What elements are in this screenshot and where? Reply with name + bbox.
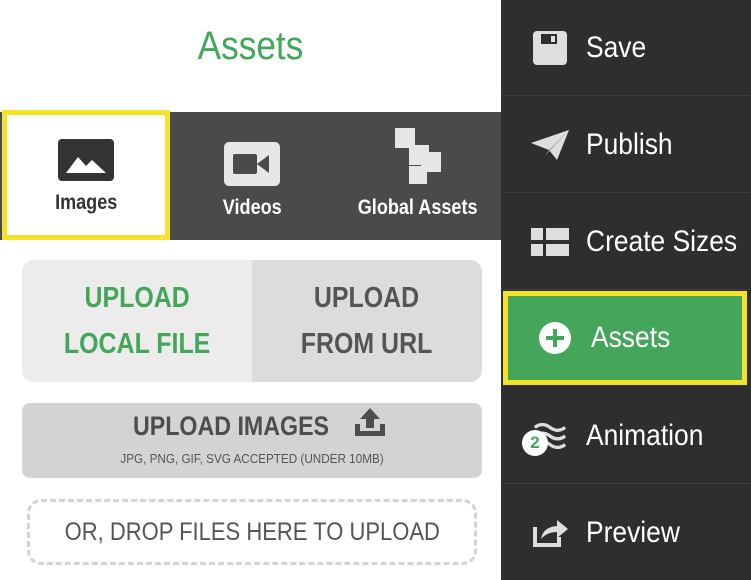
grid-icon — [531, 223, 569, 261]
file-drop-zone[interactable]: OR, DROP FILES HERE TO UPLOAD — [27, 499, 477, 565]
sidebar-item-publish-label: Publish — [586, 127, 673, 161]
animation-count-badge: 2 — [522, 430, 548, 456]
sidebar-item-animation-label: Animation — [586, 418, 704, 452]
upload-local-file-option[interactable]: UPLOAD LOCAL FILE — [22, 260, 252, 382]
sidebar-item-create-sizes[interactable]: Create Sizes — [501, 194, 751, 290]
drop-zone-label: OR, DROP FILES HERE TO UPLOAD — [64, 517, 440, 546]
tab-global-assets[interactable]: Global Assets — [334, 112, 501, 240]
tab-videos-label: Videos — [222, 196, 282, 219]
upload-source-toggle: UPLOAD LOCAL FILE UPLOAD FROM URL — [22, 260, 482, 382]
editor-sidebar: Save Publish Create Sizes Assets 2 Anima… — [501, 0, 751, 580]
tab-videos[interactable]: Videos — [170, 112, 334, 240]
upload-images-button[interactable]: UPLOAD IMAGES JPG, PNG, GIF, SVG ACCEPTE… — [22, 403, 482, 478]
video-camera-icon — [224, 142, 280, 186]
share-arrow-icon — [531, 514, 569, 552]
global-assets-icon — [394, 128, 441, 186]
panel-title: Assets — [197, 24, 304, 68]
upload-from-url-option[interactable]: UPLOAD FROM URL — [252, 260, 482, 382]
assets-panel: Assets Images Videos Global Assets UPLOA… — [0, 0, 501, 580]
image-icon — [58, 139, 114, 181]
sidebar-item-preview[interactable]: Preview — [501, 485, 751, 580]
sidebar-item-publish[interactable]: Publish — [501, 97, 751, 193]
upload-from-url-label: UPLOAD FROM URL — [301, 282, 433, 360]
upload-images-label: UPLOAD IMAGES — [132, 411, 330, 441]
upload-icon — [353, 407, 387, 438]
tab-images-label: Images — [54, 191, 118, 214]
sidebar-item-assets-label: Assets — [591, 321, 671, 354]
upload-accepted-formats: JPG, PNG, GIF, SVG ACCEPTED (UNDER 10MB) — [120, 451, 384, 466]
tab-global-assets-label: Global Assets — [357, 196, 478, 219]
sidebar-item-save[interactable]: Save — [501, 0, 751, 96]
asset-type-tabs: Images Videos Global Assets — [0, 110, 501, 240]
sidebar-item-save-label: Save — [586, 30, 647, 64]
paper-plane-icon — [531, 126, 569, 164]
sidebar-item-preview-label: Preview — [586, 516, 680, 549]
tab-images[interactable]: Images — [2, 110, 170, 240]
sidebar-item-assets[interactable]: Assets — [503, 291, 747, 385]
plus-circle-icon — [536, 319, 574, 357]
sidebar-item-create-sizes-label: Create Sizes — [586, 224, 738, 258]
floppy-disk-icon — [531, 29, 569, 67]
sidebar-item-animation[interactable]: 2 Animation — [501, 388, 751, 484]
upload-local-file-label: UPLOAD LOCAL FILE — [63, 282, 211, 360]
